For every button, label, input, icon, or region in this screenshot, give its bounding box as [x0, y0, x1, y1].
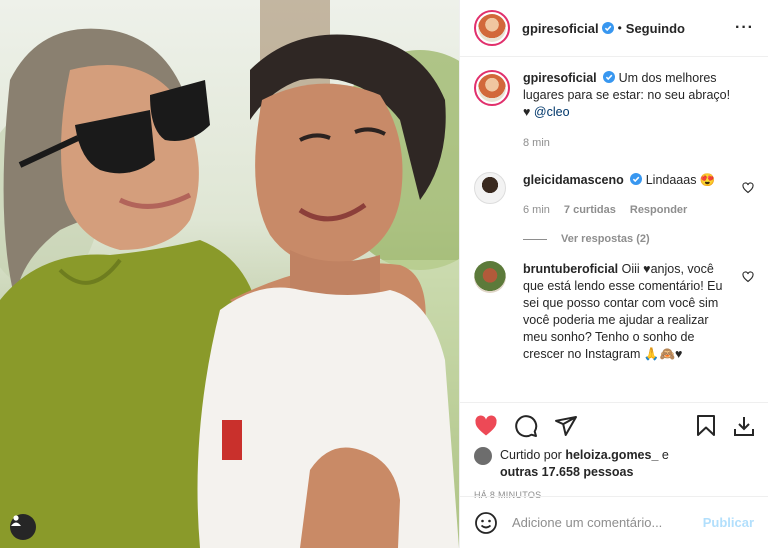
- caption-username[interactable]: gpiresoficial: [523, 71, 597, 85]
- comment-likes[interactable]: 7 curtidas: [564, 202, 616, 219]
- instagram-post: gpiresoficial • Seguindo ··· gpiresofici…: [0, 0, 768, 548]
- liker-avatar[interactable]: [474, 447, 492, 465]
- view-replies-label: Ver respostas (2): [561, 233, 650, 245]
- verified-badge-icon: [603, 71, 616, 83]
- action-bar: Curtido por heloiza.gomes_ e outras 17.6…: [460, 402, 768, 500]
- post-photo[interactable]: [0, 0, 459, 548]
- likes-prefix: Curtido por: [500, 448, 562, 462]
- comment-text: Oiii ♥anjos, você que está lendo esse co…: [523, 262, 723, 361]
- comment-time[interactable]: 6 min: [523, 202, 550, 219]
- comment-username[interactable]: gleicidamasceno: [523, 173, 624, 187]
- verified-badge-icon: [630, 173, 643, 185]
- likes-summary: Curtido por heloiza.gomes_ e outras 17.6…: [474, 447, 756, 481]
- likes-joiner: e: [661, 448, 669, 462]
- add-comment-bar: Publicar: [460, 496, 768, 548]
- likes-count-link[interactable]: outras 17.658 pessoas: [500, 465, 633, 479]
- caption-time[interactable]: 8 min: [523, 135, 550, 152]
- comment-item: gleicidamasceno Lindaaas 😍 6 min 7 curti…: [474, 172, 754, 219]
- following-button[interactable]: Seguindo: [626, 21, 685, 36]
- commenter-avatar[interactable]: [474, 261, 506, 293]
- caption-avatar[interactable]: [474, 70, 510, 106]
- replies-divider: [523, 238, 547, 240]
- reply-button[interactable]: Responder: [630, 202, 687, 219]
- bookmark-icon[interactable]: [694, 414, 718, 438]
- comments-list[interactable]: gpiresoficial Um dos melhores lugares pa…: [460, 58, 768, 401]
- share-icon[interactable]: [554, 414, 578, 438]
- verified-badge-icon: [601, 22, 614, 34]
- view-replies-button[interactable]: Ver respostas (2): [523, 233, 754, 245]
- comment-item: bruntuberoficial Oiii ♥anjos, você que e…: [474, 261, 754, 363]
- author-info: gpiresoficial • Seguindo: [522, 21, 685, 36]
- comment-icon[interactable]: [514, 414, 538, 438]
- heart-filled-icon[interactable]: [474, 414, 498, 438]
- author-username[interactable]: gpiresoficial: [522, 21, 599, 36]
- emoji-icon[interactable]: [474, 511, 498, 535]
- caption: gpiresoficial Um dos melhores lugares pa…: [474, 70, 754, 152]
- author-avatar[interactable]: [474, 10, 510, 46]
- comment-text: Lindaaas 😍: [645, 173, 716, 187]
- download-icon[interactable]: [732, 414, 756, 438]
- comment-username[interactable]: bruntuberoficial: [523, 262, 618, 276]
- post-header: gpiresoficial • Seguindo ···: [460, 0, 768, 57]
- photo-illustration: [0, 0, 459, 548]
- like-comment-icon[interactable]: [742, 182, 754, 194]
- user-tag-icon[interactable]: [10, 514, 36, 540]
- publish-button[interactable]: Publicar: [703, 515, 754, 530]
- comment-input[interactable]: [512, 515, 695, 530]
- heart-emoji: ♥: [523, 105, 531, 119]
- post-sidebar: gpiresoficial • Seguindo ··· gpiresofici…: [459, 0, 768, 548]
- mention-link[interactable]: @cleo: [534, 105, 570, 119]
- commenter-avatar[interactable]: [474, 172, 506, 204]
- like-comment-icon[interactable]: [742, 271, 754, 283]
- liker-username[interactable]: heloiza.gomes_: [565, 448, 658, 462]
- separator-dot: •: [617, 21, 622, 35]
- more-options-icon[interactable]: ···: [735, 19, 754, 37]
